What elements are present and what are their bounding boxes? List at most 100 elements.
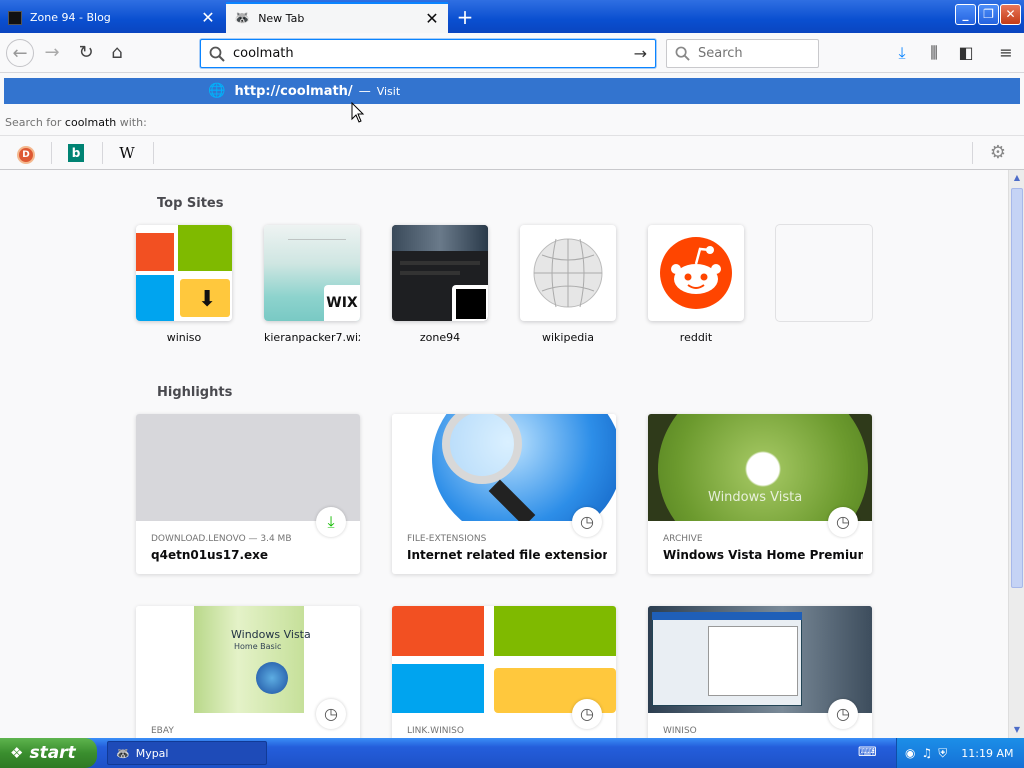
top-site-wikipedia[interactable]: wikipedia [520, 225, 616, 344]
highlight-card[interactable]: ⤓ DOWNLOAD.LENOVO — 3.4 MB q4etn01us17.e… [136, 414, 360, 574]
search-with-prefix: Search for [5, 116, 65, 129]
search-icon [209, 46, 225, 62]
vista-box-text: Windows Vista [231, 628, 311, 641]
card-image [392, 606, 616, 713]
search-with-label: Search for coolmath with: [5, 116, 147, 129]
divider [51, 142, 52, 164]
taskbar-item-label: Mypal [135, 746, 169, 760]
gear-icon[interactable]: ⚙ [986, 141, 1010, 165]
highlights-title: Highlights [157, 385, 233, 400]
zone94-thumbnail [392, 225, 488, 321]
url-bar[interactable]: → [200, 39, 656, 68]
url-input[interactable] [233, 46, 613, 61]
search-with-term: coolmath [64, 116, 117, 129]
highlight-card[interactable]: ◷ WINISO [648, 606, 872, 738]
network-icon[interactable]: ◉ [905, 746, 915, 760]
search-box[interactable]: Search [666, 39, 819, 68]
maximize-button[interactable]: ❐ [978, 4, 999, 25]
search-with-suffix: with: [116, 116, 147, 129]
start-button[interactable]: ❖ start [0, 738, 97, 768]
close-window-button[interactable]: ✕ [1000, 4, 1021, 25]
vista-box-sub: Home Basic [234, 642, 282, 651]
security-shield-icon[interactable]: ⛨ [938, 746, 947, 761]
wix-logo: WIX [324, 285, 360, 321]
clock-icon: ◷ [828, 699, 858, 729]
tab-close-icon[interactable]: ✕ [424, 9, 440, 28]
back-button[interactable]: ← [6, 39, 34, 67]
tab-close-icon[interactable]: ✕ [200, 8, 216, 27]
card-context: EBAY [151, 726, 174, 736]
mypal-favicon-icon: 🦝 [234, 11, 251, 26]
tab-new-tab[interactable]: 🦝 New Tab ✕ [226, 2, 448, 33]
suggestion-row[interactable]: 🌐 http://coolmath/ — Visit [4, 78, 1020, 104]
divider [972, 142, 973, 164]
top-site-reddit[interactable]: reddit [648, 225, 744, 344]
reload-button[interactable]: ↻ [72, 39, 100, 67]
clock-icon: ◷ [572, 507, 602, 537]
clock-icon: ◷ [828, 507, 858, 537]
minimize-button[interactable]: _ [955, 4, 976, 25]
top-site-label: winiso [166, 331, 202, 344]
mouse-cursor-icon [351, 102, 365, 123]
card-context: DOWNLOAD.LENOVO — 3.4 MB [151, 534, 292, 544]
suggestion-url: http://coolmath/ [234, 83, 353, 99]
forward-button[interactable]: → [38, 39, 66, 67]
navigation-toolbar: ← → ↻ ⌂ → Search ⤓ ⫼ ◧ ≡ [0, 33, 1024, 73]
empty-thumbnail [776, 225, 872, 321]
go-arrow-icon[interactable]: → [634, 44, 647, 63]
scrollbar-thumb[interactable] [1011, 188, 1023, 588]
top-site-zone94[interactable]: zone94 [392, 225, 488, 344]
divider [102, 142, 103, 164]
bing-icon[interactable]: b [64, 142, 88, 164]
new-tab-button[interactable]: + [452, 4, 478, 30]
wix-thumbnail: WIX [264, 225, 360, 321]
clock-icon: ◷ [316, 699, 346, 729]
card-image [136, 414, 360, 521]
wikipedia-icon[interactable]: W [115, 142, 139, 164]
highlight-card[interactable]: ◷ FILE-EXTENSIONS Internet related file … [392, 414, 616, 574]
sidebar-icon[interactable]: ◧ [954, 41, 978, 65]
library-icon[interactable]: ⫼ [922, 41, 946, 65]
tab-title: Zone 94 - Blog [30, 11, 111, 24]
highlight-card[interactable]: Windows Vista Home Basic ◷ EBAY [136, 606, 360, 738]
card-image [648, 606, 872, 713]
search-engines-bar: D b W ⚙ [0, 135, 1024, 169]
home-button[interactable]: ⌂ [103, 39, 131, 67]
tab-zone94-blog[interactable]: Zone 94 - Blog ✕ [0, 2, 224, 33]
card-context: WINISO [663, 726, 697, 736]
wikipedia-globe-icon [520, 225, 616, 321]
divider [153, 142, 154, 164]
top-site-label: wikipedia [541, 331, 594, 344]
windows-taskbar: ❖ start 🦝 Mypal ⌨ ◉ ♫ ⛨ 11:19 AM [0, 738, 1024, 768]
hamburger-menu-icon[interactable]: ≡ [994, 41, 1018, 65]
vertical-scrollbar[interactable]: ▲ ▼ [1008, 170, 1024, 738]
card-title: Windows Vista Home Premium (... [663, 548, 863, 562]
scroll-down-icon[interactable]: ▼ [1009, 722, 1024, 738]
tab-title: New Tab [258, 12, 305, 25]
windows-orb-icon [256, 662, 288, 694]
suggestion-action: Visit [376, 84, 401, 98]
card-context: LINK.WINISO [407, 726, 464, 736]
winiso-thumbnail: ⬇ [136, 225, 232, 321]
card-context: ARCHIVE [663, 534, 703, 544]
volume-icon[interactable]: ♫ [921, 746, 932, 760]
duckduckgo-icon[interactable]: D [14, 142, 38, 164]
top-site-empty-slot[interactable] [776, 225, 872, 331]
downloads-icon[interactable]: ⤓ [890, 41, 914, 65]
reddit-logo-icon [648, 225, 744, 321]
clock-icon: ◷ [572, 699, 602, 729]
taskbar-item-mypal[interactable]: 🦝 Mypal [107, 741, 267, 765]
start-label: start [29, 743, 76, 763]
windows-flag-icon: ❖ [10, 744, 24, 762]
url-suggestions-popup: 🌐 http://coolmath/ — Visit Search for co… [0, 73, 1024, 170]
card-image: Windows Vista [648, 414, 872, 521]
scroll-up-icon[interactable]: ▲ [1009, 170, 1024, 186]
keyboard-icon[interactable]: ⌨ [858, 745, 877, 760]
card-title: q4etn01us17.exe [151, 548, 269, 562]
highlight-card[interactable]: Windows Vista ◷ ARCHIVE Windows Vista Ho… [648, 414, 872, 574]
top-site-winiso[interactable]: ⬇ winiso [136, 225, 232, 344]
system-tray: ◉ ♫ ⛨ 11:19 AM [896, 738, 1024, 768]
search-placeholder: Search [698, 46, 743, 61]
highlight-card[interactable]: ◷ LINK.WINISO [392, 606, 616, 738]
top-site-kieranpacker7[interactable]: WIX kieranpacker7.wix... [264, 225, 360, 344]
